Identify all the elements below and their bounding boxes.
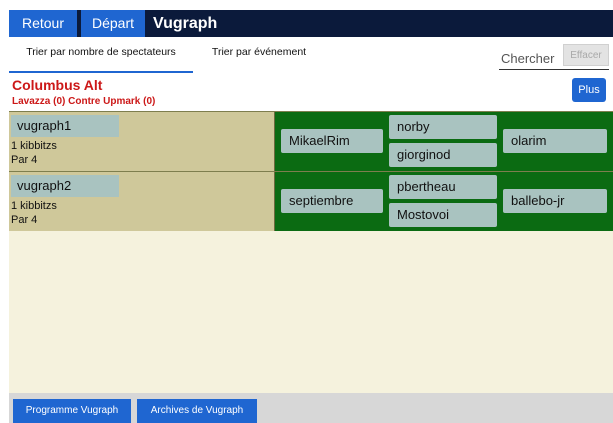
table-info[interactable]: vugraph1 1 kibbitzs Par 4 — [9, 112, 275, 171]
search-box: Effacer — [499, 44, 609, 70]
vugraph-archives-button[interactable]: Archives de Vugraph — [137, 399, 257, 423]
table-name[interactable]: vugraph1 — [11, 115, 119, 137]
vugraph-table-list: vugraph1 1 kibbitzs Par 4 MikaelRim norb… — [9, 111, 613, 231]
board-number: Par 4 — [11, 154, 38, 166]
event-matchup: Lavazza (0) Contre Upmark (0) — [12, 96, 156, 107]
sort-tab-bar: Trier par nombre de spectateurs Trier pa… — [9, 37, 613, 73]
table-players: MikaelRim norby giorginod olarim — [275, 112, 613, 171]
clear-search-button[interactable]: Effacer — [563, 44, 609, 66]
player-east[interactable]: ballebo-jr — [503, 189, 607, 213]
page-title: Vugraph — [153, 15, 218, 32]
depart-button[interactable]: Départ — [81, 10, 145, 37]
search-input[interactable] — [499, 44, 559, 69]
vugraph-window: Retour Départ Vugraph Trier par nombre d… — [9, 10, 613, 423]
player-west[interactable]: septiembre — [281, 189, 383, 213]
vugraph-program-button[interactable]: Programme Vugraph — [13, 399, 131, 423]
tab-sort-by-spectators[interactable]: Trier par nombre de spectateurs — [9, 37, 193, 73]
player-east[interactable]: olarim — [503, 129, 607, 153]
board-number: Par 4 — [11, 214, 38, 226]
event-title: Columbus Alt — [12, 77, 103, 93]
table-info[interactable]: vugraph2 1 kibbitzs Par 4 — [9, 172, 275, 231]
table-row[interactable]: vugraph1 1 kibbitzs Par 4 MikaelRim norb… — [9, 111, 613, 171]
player-south[interactable]: Mostovoi — [389, 203, 497, 227]
player-north[interactable]: pbertheau — [389, 175, 497, 199]
player-south[interactable]: giorginod — [389, 143, 497, 167]
event-header: Columbus Alt Lavazza (0) Contre Upmark (… — [9, 73, 613, 111]
table-players: septiembre pbertheau Mostovoi ballebo-jr — [275, 172, 613, 231]
table-row[interactable]: vugraph2 1 kibbitzs Par 4 septiembre pbe… — [9, 171, 613, 231]
top-bar: Retour Départ Vugraph — [9, 10, 613, 37]
bottom-bar: Programme Vugraph Archives de Vugraph — [9, 393, 613, 423]
kibbitzer-count: 1 kibbitzs — [11, 200, 57, 212]
kibbitzer-count: 1 kibbitzs — [11, 140, 57, 152]
player-north[interactable]: norby — [389, 115, 497, 139]
retour-button[interactable]: Retour — [9, 10, 77, 37]
plus-button[interactable]: Plus — [572, 78, 606, 102]
tab-sort-by-event[interactable]: Trier par événement — [199, 37, 319, 73]
player-west[interactable]: MikaelRim — [281, 129, 383, 153]
table-name[interactable]: vugraph2 — [11, 175, 119, 197]
